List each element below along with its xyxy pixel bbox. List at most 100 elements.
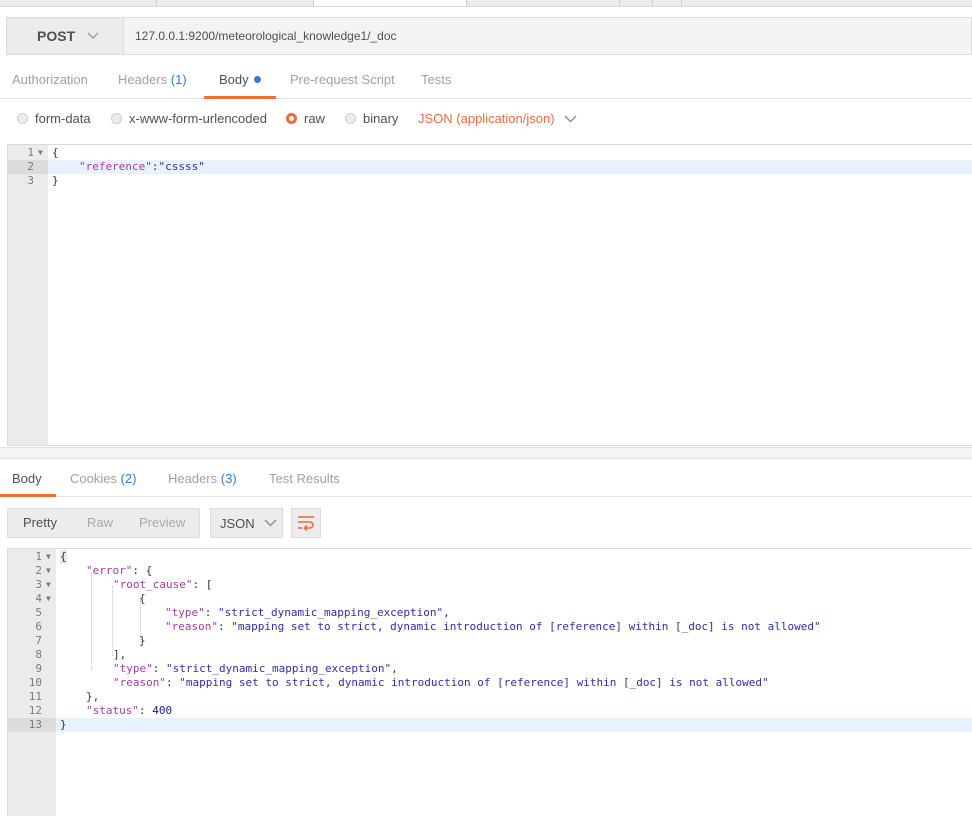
json-key: "type" bbox=[113, 662, 153, 675]
code-line: 7 } bbox=[8, 634, 972, 648]
line-number: 10 bbox=[28, 676, 42, 689]
tab-label: Authorization bbox=[12, 72, 88, 87]
code-line: 6 "reason": "mapping set to strict, dyna… bbox=[8, 620, 972, 634]
radio-label: x-www-form-urlencoded bbox=[129, 111, 267, 126]
code-text: { bbox=[52, 146, 59, 159]
line-number: 9 bbox=[35, 662, 42, 675]
fold-arrow-icon[interactable]: ▼ bbox=[46, 592, 51, 606]
format-label: JSON bbox=[220, 515, 255, 531]
code-line: 5 "type": "strict_dynamic_mapping_except… bbox=[8, 606, 972, 620]
line-number: 3 bbox=[35, 578, 42, 591]
code-line: 11 }, bbox=[8, 690, 972, 704]
line-number: 8 bbox=[35, 648, 42, 661]
content-type-select[interactable]: JSON (application/json) bbox=[418, 111, 577, 126]
tab-strip-segment[interactable] bbox=[467, 0, 620, 6]
tab-tests[interactable]: Tests bbox=[421, 62, 451, 98]
line-number: 2 bbox=[27, 160, 34, 173]
code-line: 3 ▼ "root_cause": [ bbox=[8, 578, 972, 592]
json-key: "reason" bbox=[165, 620, 218, 633]
json-key: "error" bbox=[86, 564, 133, 577]
line-number: 13 bbox=[28, 718, 42, 731]
view-preview-button[interactable]: Preview bbox=[139, 509, 185, 537]
code-line: 1 ▼ { bbox=[8, 146, 972, 160]
fold-arrow-icon[interactable]: ▼ bbox=[46, 564, 51, 578]
json-key: "reason" bbox=[113, 676, 166, 689]
tab-strip-segment[interactable] bbox=[157, 0, 314, 6]
code-line: 8 ], bbox=[8, 648, 972, 662]
code-text: } bbox=[52, 174, 59, 187]
line-number: 4 bbox=[35, 592, 42, 605]
response-body-viewer[interactable]: 1 ▼ { 2 ▼ "error": { 3 ▼ "root_cause": [… bbox=[7, 548, 972, 816]
tab-strip-segment[interactable] bbox=[0, 0, 157, 6]
tab-strip-segment[interactable] bbox=[653, 0, 682, 6]
json-string: "cssss" bbox=[158, 160, 205, 173]
tab-authorization[interactable]: Authorization bbox=[12, 62, 88, 98]
format-select[interactable]: JSON bbox=[210, 508, 283, 538]
request-body-editor[interactable]: 1 ▼ { 2 "reference":"cssss" 3 } bbox=[7, 144, 972, 446]
pane-divider[interactable] bbox=[0, 447, 972, 459]
url-input[interactable]: 127.0.0.1:9200/meteorological_knowledge1… bbox=[124, 17, 972, 55]
json-string: "mapping set to strict, dynamic introduc… bbox=[179, 676, 769, 689]
code-line: 12 "status": 400 bbox=[8, 704, 972, 718]
content-type-label: JSON (application/json) bbox=[418, 111, 555, 126]
radio-binary[interactable]: binary bbox=[345, 111, 398, 126]
code-line: 2 ▼ "error": { bbox=[8, 564, 972, 578]
tab-pre-request-script[interactable]: Pre-request Script bbox=[290, 62, 395, 98]
chevron-down-icon bbox=[564, 114, 577, 123]
tab-body[interactable]: Body bbox=[204, 62, 276, 99]
radio-selected-icon bbox=[286, 113, 297, 124]
tab-label: Headers bbox=[168, 471, 218, 486]
chevron-down-icon bbox=[87, 32, 99, 40]
line-number: 12 bbox=[28, 704, 42, 717]
line-number: 1 bbox=[27, 146, 34, 159]
chevron-down-icon bbox=[264, 519, 277, 527]
fold-arrow-icon[interactable]: ▼ bbox=[46, 578, 51, 592]
tab-label: Body bbox=[219, 72, 249, 87]
code-line: 4 ▼ { bbox=[8, 592, 972, 606]
code-line: 9 "type": "strict_dynamic_mapping_except… bbox=[8, 662, 972, 676]
line-number: 1 bbox=[35, 550, 42, 563]
modified-dot-icon bbox=[253, 76, 261, 83]
code-line: 1 ▼ { bbox=[8, 550, 972, 564]
tab-cookies[interactable]: Cookies (2) bbox=[70, 462, 136, 496]
request-tabs: Authorization Headers (1) Body Pre-reque… bbox=[0, 62, 972, 99]
tab-count: (1) bbox=[170, 72, 187, 87]
request-url-bar: POST 127.0.0.1:9200/meteorological_knowl… bbox=[6, 17, 972, 55]
fold-arrow-icon[interactable]: ▼ bbox=[38, 146, 43, 160]
method-select[interactable]: POST bbox=[6, 17, 124, 55]
tab-test-results[interactable]: Test Results bbox=[269, 462, 340, 496]
radio-label: raw bbox=[304, 111, 325, 126]
code-line: 3 } bbox=[8, 174, 972, 188]
radio-raw[interactable]: raw bbox=[286, 111, 325, 126]
view-raw-button[interactable]: Raw bbox=[87, 509, 113, 537]
code-line-active: 2 "reference":"cssss" bbox=[8, 160, 972, 174]
json-key: "reference" bbox=[79, 160, 152, 173]
wrap-lines-button[interactable] bbox=[291, 508, 321, 538]
tab-response-body[interactable]: Body bbox=[0, 462, 56, 497]
line-number: 2 bbox=[35, 564, 42, 577]
fold-arrow-icon[interactable]: ▼ bbox=[46, 550, 51, 564]
json-number: 400 bbox=[152, 704, 173, 717]
tab-headers[interactable]: Headers (1) bbox=[118, 62, 187, 98]
radio-circle-icon bbox=[111, 113, 122, 124]
tab-label: Headers bbox=[118, 72, 168, 87]
tab-label: Pre-request Script bbox=[290, 72, 395, 87]
tab-strip-segment[interactable] bbox=[620, 0, 653, 6]
radio-label: binary bbox=[363, 111, 399, 126]
json-string: "mapping set to strict, dynamic introduc… bbox=[231, 620, 821, 633]
tab-response-headers[interactable]: Headers (3) bbox=[168, 462, 237, 496]
radio-x-www-form-urlencoded[interactable]: x-www-form-urlencoded bbox=[111, 111, 267, 126]
json-key: "type" bbox=[165, 606, 205, 619]
json-string: "strict_dynamic_mapping_exception" bbox=[218, 606, 444, 619]
line-number: 6 bbox=[35, 620, 42, 633]
response-tabs: Body Cookies (2) Headers (3) Test Result… bbox=[0, 462, 972, 497]
view-pretty-button[interactable]: Pretty bbox=[23, 509, 57, 537]
tab-count: (2) bbox=[120, 471, 137, 486]
line-number: 11 bbox=[28, 690, 42, 703]
code-line-active: 13 } bbox=[8, 718, 972, 732]
radio-form-data[interactable]: form-data bbox=[17, 111, 91, 126]
tab-label: Tests bbox=[421, 72, 452, 87]
line-number: 3 bbox=[27, 174, 34, 187]
tab-strip-active-segment[interactable] bbox=[314, 0, 467, 6]
tab-count: (3) bbox=[220, 471, 237, 486]
